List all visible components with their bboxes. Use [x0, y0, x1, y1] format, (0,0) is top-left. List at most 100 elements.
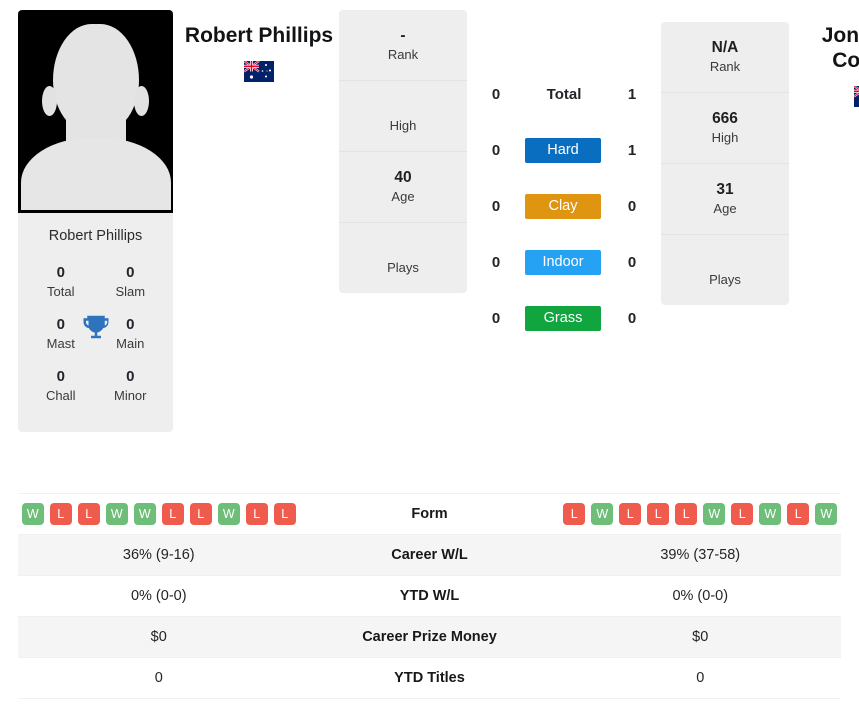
form-badge-win: W: [21, 503, 44, 525]
form-badge-loss: L: [731, 503, 754, 525]
h2h-left-score: 0: [491, 253, 501, 271]
form-badge-loss: L: [77, 503, 100, 525]
trophy-icon: [83, 315, 108, 338]
rank-cell-value: -: [400, 27, 406, 44]
right-rank-card: N/A Rank 666 High 31 Age Plays: [661, 22, 789, 305]
left-trophy-stats: 0 Total 0 Slam 0 Mast 0 Main 0 Chall 0 M…: [18, 258, 173, 432]
rank-cell: Plays: [661, 235, 789, 305]
h2h-surface-cell: Grass: [525, 305, 603, 331]
left-value: 0% (0-0): [130, 588, 187, 604]
form-badge-win: W: [815, 503, 838, 525]
left-player-name: Robert Phillips: [184, 24, 334, 47]
rank-cell-value: [343, 239, 463, 259]
avatar-silhouette-body: [20, 138, 171, 210]
rank-cell: High: [339, 81, 467, 152]
left-rank-card: - Rank High 40 Age Plays: [339, 10, 467, 293]
trophy-stat-value: 0: [56, 263, 65, 281]
h2h-row-indoor: 0 Indoor 0: [467, 234, 661, 290]
rank-cell-label: Rank: [709, 59, 741, 75]
form-badge-loss: L: [161, 503, 184, 525]
left-player-photo: [18, 10, 173, 213]
rank-cell-label: Plays: [709, 271, 741, 287]
form-badge-win: W: [105, 503, 128, 525]
trophy-stat: 0 Minor: [96, 362, 166, 414]
left-player-avatar-card: Robert Phillips 0 Total 0 Slam 0 Mast 0 …: [18, 10, 173, 432]
right-player-header: JonathonCooper: [789, 10, 859, 107]
form-badge-loss: L: [563, 503, 586, 525]
h2h-row-total: 0 Total 1: [467, 66, 661, 122]
h2h-left-score: 0: [491, 197, 501, 215]
top-section: Robert Phillips 0 Total 0 Slam 0 Mast 0 …: [0, 0, 859, 486]
rank-cell: 31 Age: [661, 164, 789, 235]
form-badge-win: W: [591, 503, 614, 525]
form-badge-win: W: [217, 503, 240, 525]
h2h-right-score: 1: [627, 141, 637, 159]
h2h-right-score: 0: [627, 309, 637, 327]
h2h-surface-cell: Hard: [525, 137, 603, 163]
right-player-name: JonathonCooper: [821, 24, 859, 72]
surface-badge-clay: Clay: [525, 193, 601, 219]
surface-badge-hard: Hard: [525, 137, 601, 163]
rank-cell-value: 40: [394, 168, 412, 186]
left-value: $0: [150, 629, 167, 645]
australia-flag-icon: [854, 85, 859, 107]
left-value: 0: [154, 670, 163, 686]
form-badge-win: W: [759, 503, 782, 525]
australia-flag-icon: [244, 60, 274, 82]
right-form-cell: LWLLLWLWLW: [560, 503, 842, 525]
h2h-left-score: 0: [491, 309, 501, 327]
left-value: 36% (9-16): [122, 547, 195, 563]
rank-cell: 666 High: [661, 93, 789, 164]
h2h-left-score: 0: [491, 85, 501, 103]
left-form-strip: WLLWWLLWLL: [18, 503, 300, 525]
comparison-table: WLLWWLLWLL Form LWLLLWLWLW 36% (9-16) Ca…: [18, 493, 841, 699]
left-avatar-caption: Robert Phillips: [48, 228, 143, 244]
form-badge-loss: L: [273, 503, 296, 525]
left-form-cell: WLLWWLLWLL: [18, 503, 300, 525]
rank-cell-value: 31: [716, 180, 734, 198]
rank-cell: 40 Age: [339, 152, 467, 223]
trophy-stat-label: Slam: [115, 283, 146, 299]
rank-cell: Plays: [339, 223, 467, 293]
row-label: YTD W/L: [399, 588, 460, 604]
table-row: 36% (9-16) Career W/L 39% (37-58): [18, 535, 841, 576]
rank-cell-value: [665, 251, 785, 271]
surface-badge-indoor: Indoor: [525, 249, 601, 275]
h2h-row-clay: 0 Clay 0: [467, 178, 661, 234]
rank-cell-value: [343, 97, 463, 117]
row-label: Career W/L: [391, 547, 468, 563]
right-value: 0% (0-0): [672, 588, 729, 604]
form-badge-loss: L: [619, 503, 642, 525]
rank-cell: N/A Rank: [661, 22, 789, 93]
h2h-row-hard: 0 Hard 1: [467, 122, 661, 178]
rank-cell-value: N/A: [711, 39, 739, 56]
row-label: Career Prize Money: [362, 629, 497, 645]
trophy-stat-value: 0: [56, 367, 65, 385]
trophy-stat: 0 Slam: [96, 258, 166, 310]
trophy-stat-label: Total: [47, 283, 75, 299]
surface-badge-grass: Grass: [525, 305, 601, 331]
h2h-surface-cell: Indoor: [525, 249, 603, 275]
right-value: 39% (37-58): [660, 547, 741, 563]
trophy-stat: 0 Chall: [26, 362, 96, 414]
rank-cell-label: High: [711, 130, 739, 146]
left-player-header: Robert Phillips: [179, 10, 339, 82]
avatar-silhouette-ear-left: [42, 86, 57, 116]
trophy-stat: 0 Total: [26, 258, 96, 310]
form-badge-loss: L: [245, 503, 268, 525]
rank-cell: - Rank: [339, 10, 467, 81]
row-label: Form: [411, 506, 448, 522]
h2h-right-score: 1: [627, 85, 637, 103]
avatar-silhouette-ear-right: [134, 86, 149, 116]
rank-cell-value: 666: [712, 109, 738, 127]
form-badge-loss: L: [189, 503, 212, 525]
rank-cell-label: High: [389, 117, 417, 133]
table-row: $0 Career Prize Money $0: [18, 617, 841, 658]
rank-cell-label: Age: [713, 201, 737, 217]
rank-cell-label: Rank: [387, 47, 419, 63]
trophy-stat-label: Minor: [113, 388, 147, 404]
h2h-right-score: 0: [627, 197, 637, 215]
h2h-row-grass: 0 Grass 0: [467, 290, 661, 346]
head-to-head-column: 0 Total 1 0 Hard 1 0 Clay 0 0 Indoor 0 0…: [467, 10, 661, 346]
trophy-stat-label: Chall: [45, 388, 76, 404]
